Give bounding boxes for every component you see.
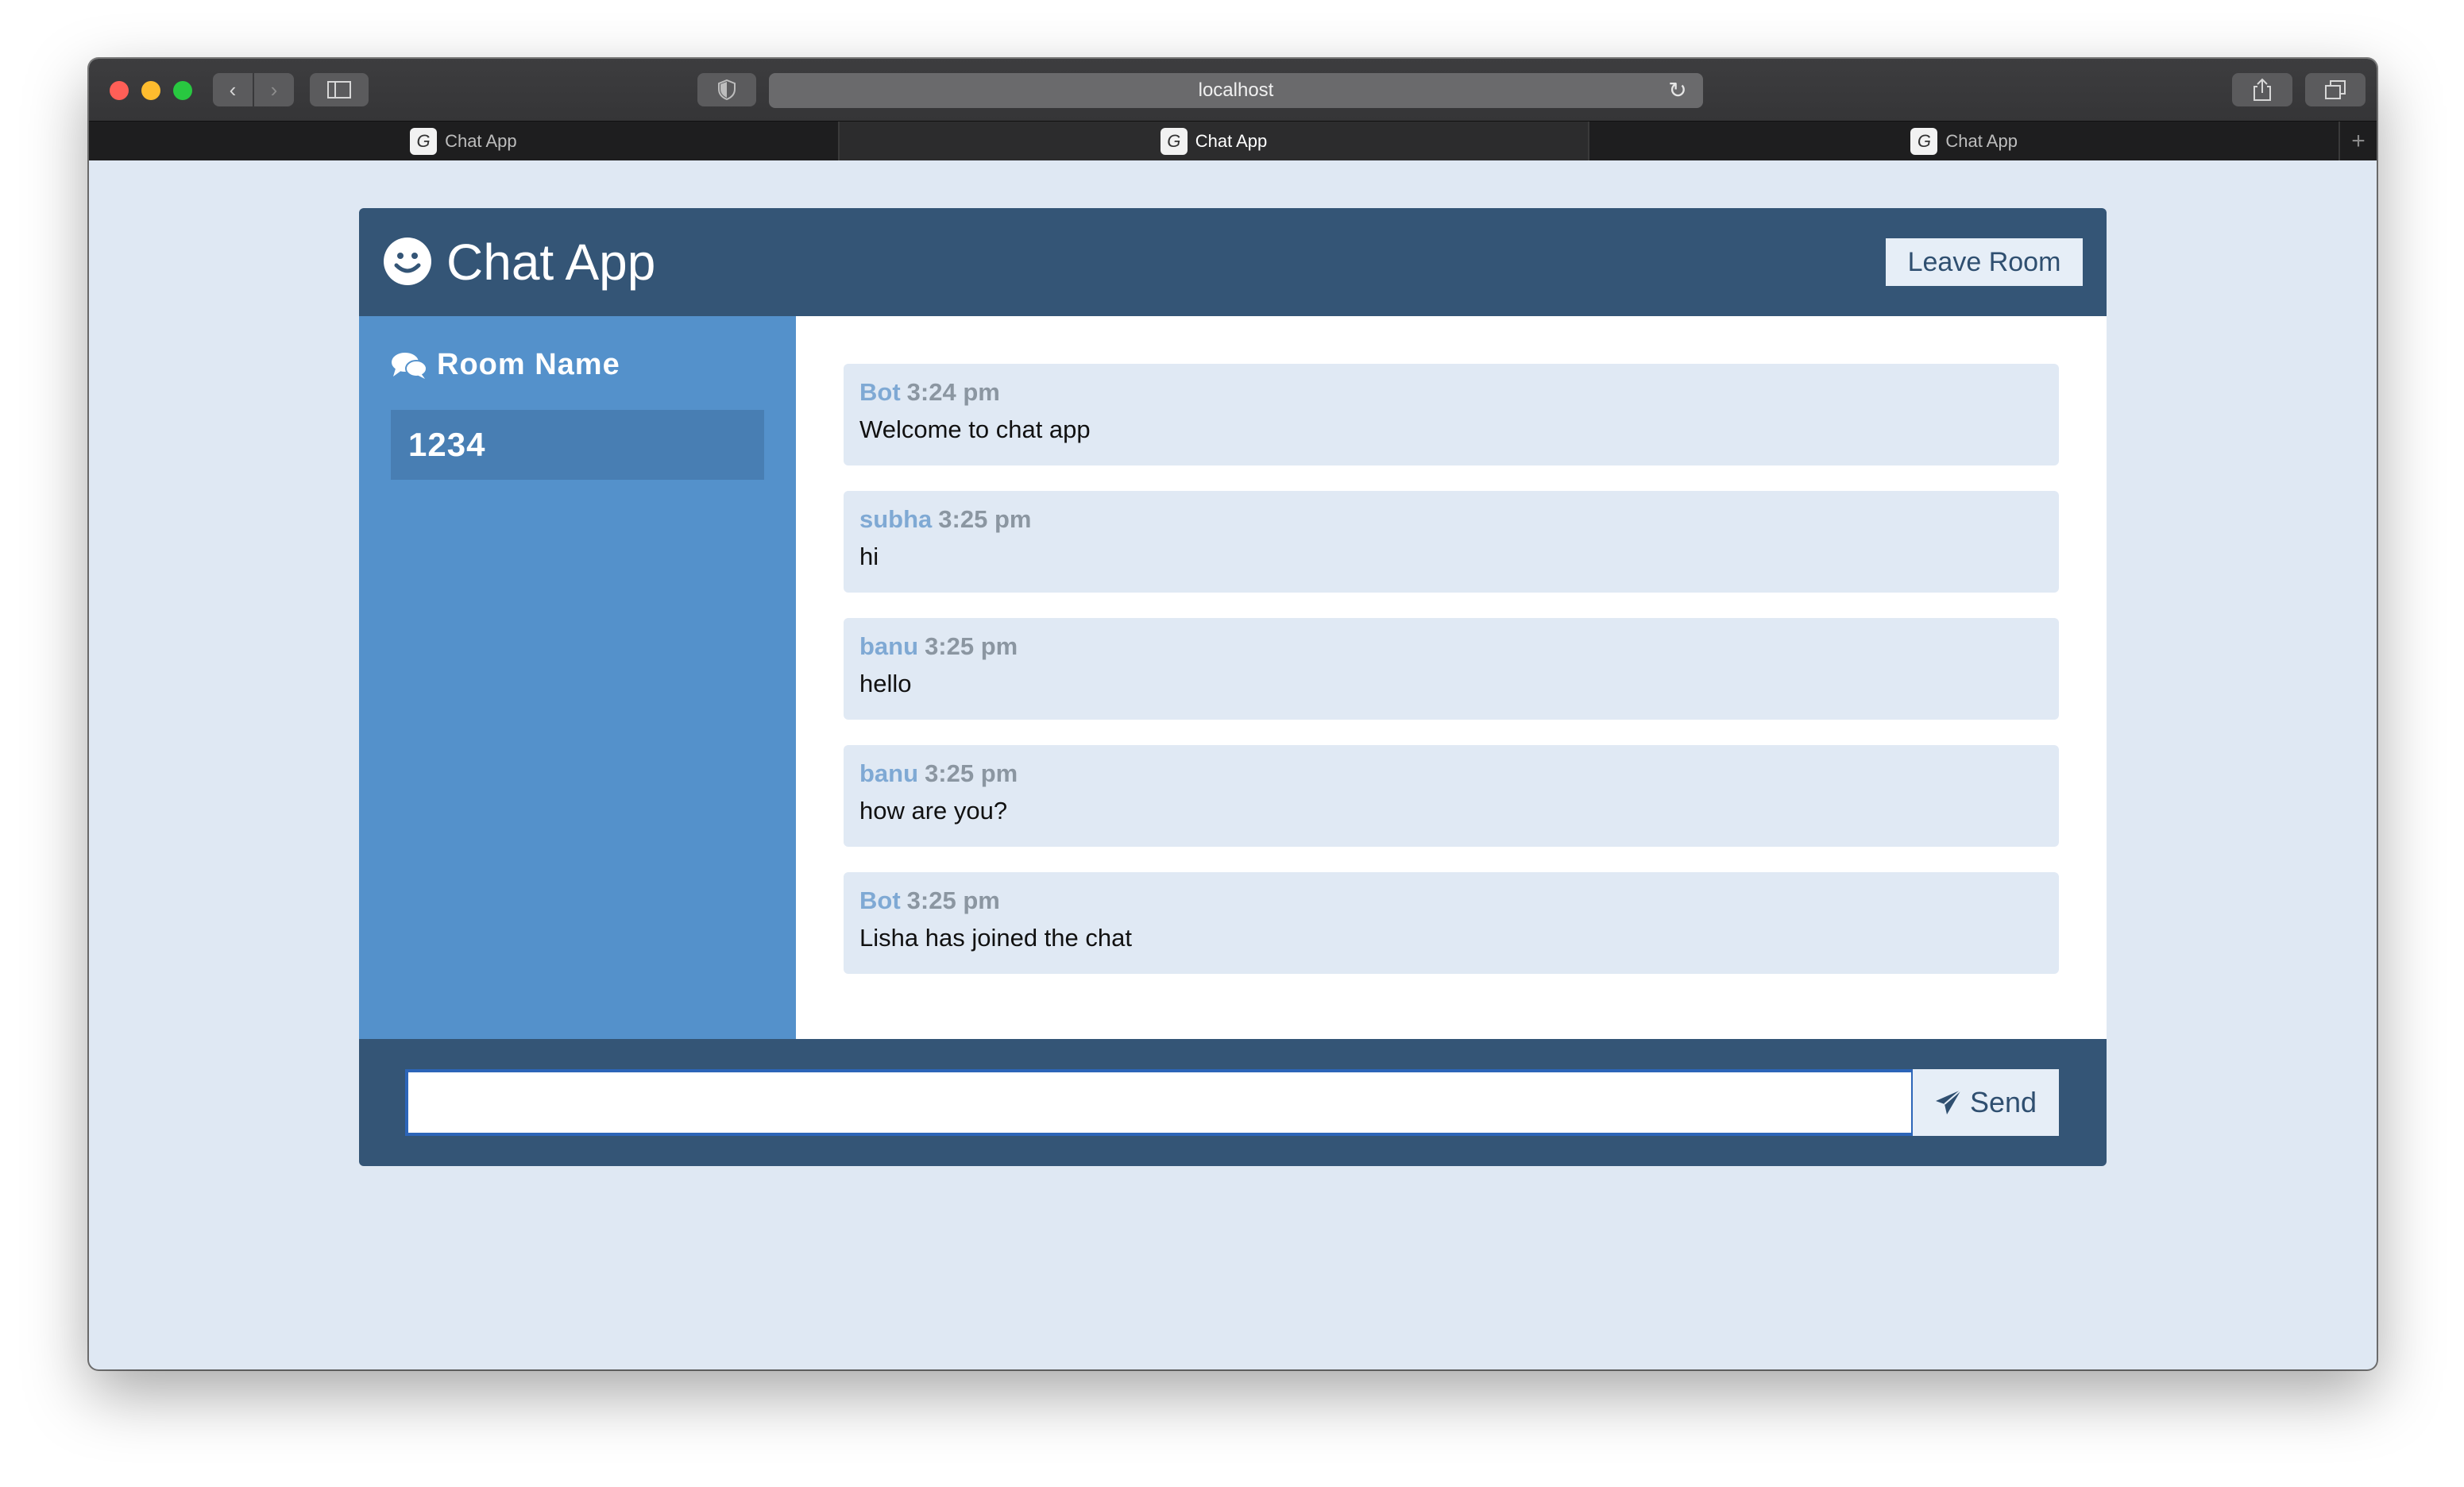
back-button[interactable]: ‹ [213, 73, 253, 106]
message-time: 3:25 pm [906, 886, 1000, 914]
send-label: Send [1969, 1086, 2037, 1118]
share-button[interactable] [2232, 73, 2292, 106]
message-username: subha [859, 505, 933, 533]
message-item: Bot 3:24 pm Welcome to chat app [844, 364, 2059, 465]
tabs-overview-icon [2325, 80, 2346, 99]
message-meta: banu 3:25 pm [859, 758, 2043, 790]
app-favicon-icon: G [1160, 127, 1188, 155]
minimize-window-button[interactable] [141, 81, 160, 100]
plus-icon: + [2351, 127, 2366, 154]
comments-icon [392, 352, 427, 379]
message-item: banu 3:25 pm how are you? [844, 745, 2059, 847]
message-composer: Send [359, 1039, 2107, 1166]
forward-button[interactable]: › [254, 73, 294, 106]
message-text: hello [859, 670, 912, 697]
message-text: how are you? [859, 797, 1008, 825]
send-button[interactable]: Send [1913, 1069, 2059, 1136]
browser-tab[interactable]: G Chat App [89, 122, 840, 160]
browser-titlebar: ‹ › localhost ↻ [89, 59, 2377, 121]
room-heading-label: Room Name [437, 348, 620, 381]
message-username: Bot [859, 378, 901, 406]
message-meta: Bot 3:25 pm [859, 885, 2043, 917]
room-name-value: 1234 [391, 410, 764, 480]
message-username: banu [859, 632, 919, 660]
reload-icon[interactable]: ↻ [1665, 78, 1690, 103]
message-meta: subha 3:25 pm [859, 504, 2043, 535]
browser-tab[interactable]: G Chat App [1589, 122, 2341, 160]
privacy-report-button[interactable] [697, 73, 756, 106]
message-username: banu [859, 759, 919, 787]
message-username: Bot [859, 886, 901, 914]
app-header: Chat App Leave Room [359, 208, 2107, 316]
room-sidebar: Room Name 1234 [359, 316, 796, 1039]
message-time: 3:25 pm [938, 505, 1032, 533]
messages-panel: Bot 3:24 pm Welcome to chat app subha 3:25… [796, 316, 2107, 1039]
message-time: 3:25 pm [925, 759, 1018, 787]
message-item: subha 3:25 pm hi [844, 491, 2059, 593]
sidebar-toggle-button[interactable] [310, 73, 369, 106]
browser-tab-active[interactable]: G Chat App [839, 122, 1590, 160]
app-title: Chat App [446, 234, 656, 291]
close-window-button[interactable] [110, 81, 129, 100]
tab-label: Chat App [1195, 130, 1268, 151]
chat-app: Chat App Leave Room Room Name 1234 Bot 3:… [359, 208, 2107, 1166]
zoom-window-button[interactable] [173, 81, 192, 100]
url-text: localhost [1198, 79, 1274, 101]
address-bar[interactable]: localhost ↻ [769, 73, 1703, 108]
shield-icon [718, 79, 736, 100]
new-tab-button[interactable]: + [2340, 122, 2377, 160]
message-item: Bot 3:25 pm Lisha has joined the chat [844, 872, 2059, 974]
message-meta: Bot 3:24 pm [859, 377, 2043, 408]
message-text: hi [859, 543, 879, 570]
chevron-left-icon: ‹ [229, 77, 237, 102]
message-text: Welcome to chat app [859, 415, 1091, 443]
app-favicon-icon: G [1910, 127, 1938, 155]
message-input[interactable] [405, 1069, 1914, 1136]
tab-overview-button[interactable] [2305, 73, 2366, 106]
room-heading: Room Name [391, 348, 620, 382]
message-item: banu 3:25 pm hello [844, 618, 2059, 720]
tab-bar: G Chat App G Chat App G Chat App + [89, 121, 2377, 160]
leave-room-button[interactable]: Leave Room [1886, 238, 2083, 286]
chevron-right-icon: › [270, 77, 278, 102]
app-favicon-icon: G [410, 127, 438, 155]
tab-label: Chat App [445, 130, 517, 151]
message-text: Lisha has joined the chat [859, 924, 1132, 952]
message-time: 3:25 pm [925, 632, 1018, 660]
message-meta: banu 3:25 pm [859, 631, 2043, 662]
share-icon [2254, 78, 2271, 101]
tab-label: Chat App [1945, 130, 2018, 151]
paper-plane-icon [1935, 1089, 1962, 1114]
sidebar-icon [327, 81, 351, 98]
smiley-icon [384, 238, 431, 285]
message-time: 3:24 pm [906, 378, 1000, 406]
